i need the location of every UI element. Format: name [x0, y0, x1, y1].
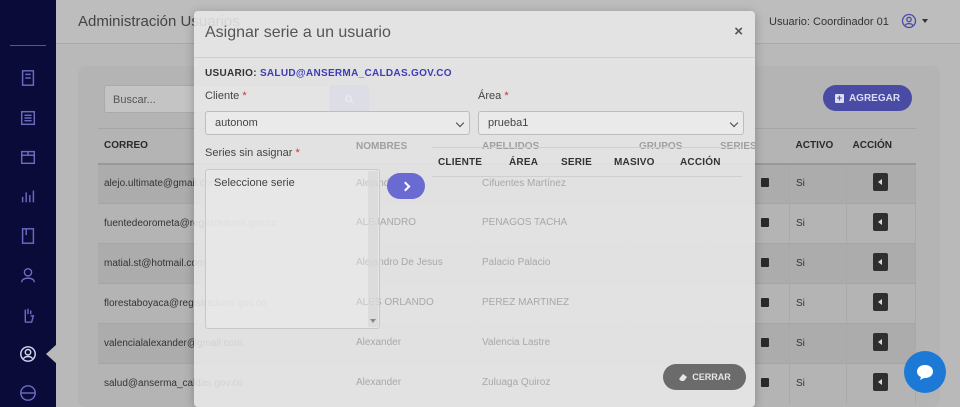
sidebar [0, 0, 57, 407]
row-action-button[interactable] [873, 333, 888, 351]
series-option[interactable]: Seleccione serie [214, 177, 295, 189]
chat-icon [917, 365, 933, 380]
assigned-column-header: SERIE [561, 157, 593, 168]
name-cell: Alexander [356, 337, 402, 348]
surname-cell: Valencia Lastre [482, 337, 551, 348]
active-cell: Si [789, 283, 847, 324]
cliente-label: Cliente * [205, 90, 247, 102]
series-icon[interactable] [761, 177, 770, 187]
usuario-label: USUARIO: [205, 68, 257, 79]
name-cell: Alexander [356, 377, 402, 388]
sidebar-divider [10, 45, 46, 46]
assigned-series-table: CLIENTE ÁREA SERIE MASIVO ACCIÓN [432, 147, 742, 177]
row-action-button[interactable] [873, 293, 888, 311]
surname-cell: Palacio Palacio [482, 257, 551, 268]
user-label: Usuario: Coordinador 01 [769, 16, 889, 28]
modal-title: Asignar serie a un usuario [205, 24, 391, 41]
assign-arrow-button[interactable] [387, 173, 425, 199]
series-label: Series sin asignar * [205, 147, 300, 159]
series-icon[interactable] [761, 257, 770, 267]
column-header[interactable]: ACCIÓN [846, 128, 916, 165]
box-icon[interactable] [18, 147, 38, 167]
series-icon[interactable] [761, 297, 770, 307]
surname-cell: Zuluaga Quiroz [482, 377, 551, 388]
active-cell: Si [789, 323, 847, 364]
close-button[interactable]: CERRAR [663, 364, 746, 390]
user-icon[interactable] [18, 265, 38, 285]
row-action-button[interactable] [873, 213, 888, 231]
row-action-button[interactable] [873, 253, 888, 271]
assigned-column-header: MASIVO [614, 157, 655, 168]
eraser-icon [679, 374, 688, 381]
row-action-button[interactable] [873, 173, 888, 192]
surname-cell: Cifuentes Martínez [482, 178, 566, 189]
cliente-select[interactable]: autonom [205, 111, 470, 135]
series-icon[interactable] [761, 377, 770, 387]
document-icon[interactable] [18, 68, 38, 88]
modal-header: Asignar serie a un usuario × [194, 11, 755, 58]
search-placeholder: Buscar... [113, 94, 156, 106]
chevron-down-icon[interactable] [922, 19, 928, 23]
series-icon[interactable] [761, 337, 770, 347]
chevron-down-icon [729, 118, 739, 128]
user-avatar-icon[interactable] [901, 13, 917, 29]
active-cell: Si [789, 163, 847, 204]
area-select[interactable]: prueba1 [478, 111, 744, 135]
active-cell: Si [789, 363, 847, 404]
chat-button[interactable] [904, 351, 946, 393]
assigned-column-header: CLIENTE [438, 157, 483, 168]
series-icon[interactable] [761, 217, 770, 227]
series-listbox[interactable]: Seleccione serie [205, 169, 380, 329]
column-header[interactable]: ACTIVO [789, 128, 847, 165]
assigned-column-header: ACCIÓN [680, 157, 721, 168]
globe-icon[interactable] [18, 383, 38, 403]
assign-series-modal: Asignar serie a un usuario × NOMBRES APE… [194, 11, 757, 407]
surname-cell: PENAGOS TACHA [482, 217, 568, 228]
assigned-column-header: ÁREA [509, 157, 539, 168]
list-icon[interactable] [18, 108, 38, 128]
surname-cell: PEREZ MARTINEZ [482, 297, 570, 308]
active-indicator [46, 344, 57, 364]
scrollbar[interactable] [368, 171, 378, 327]
close-button-label: CERRAR [692, 372, 731, 382]
usuario-email: SALUD@ANSERMA_CALDAS.GOV.CO [259, 68, 452, 79]
add-button-label: AGREGAR [848, 92, 901, 104]
close-icon[interactable]: × [734, 23, 743, 40]
user-circle-icon[interactable] [18, 344, 38, 364]
bar-chart-icon[interactable] [18, 186, 38, 206]
active-cell: Si [789, 243, 847, 284]
usuario-line: USUARIO: SALUD@ANSERMA_CALDAS.GOV.CO [205, 68, 452, 79]
active-cell: Si [789, 203, 847, 244]
book-icon[interactable] [18, 226, 38, 246]
hand-icon[interactable] [18, 305, 38, 325]
scroll-down-icon[interactable] [370, 319, 376, 323]
area-label: Área * [478, 90, 509, 102]
plus-icon: + [834, 92, 844, 103]
row-action-button[interactable] [873, 373, 888, 392]
column-header: NOMBRES [356, 141, 408, 152]
add-button[interactable]: + AGREGAR [823, 85, 912, 111]
chevron-down-icon [455, 118, 465, 128]
